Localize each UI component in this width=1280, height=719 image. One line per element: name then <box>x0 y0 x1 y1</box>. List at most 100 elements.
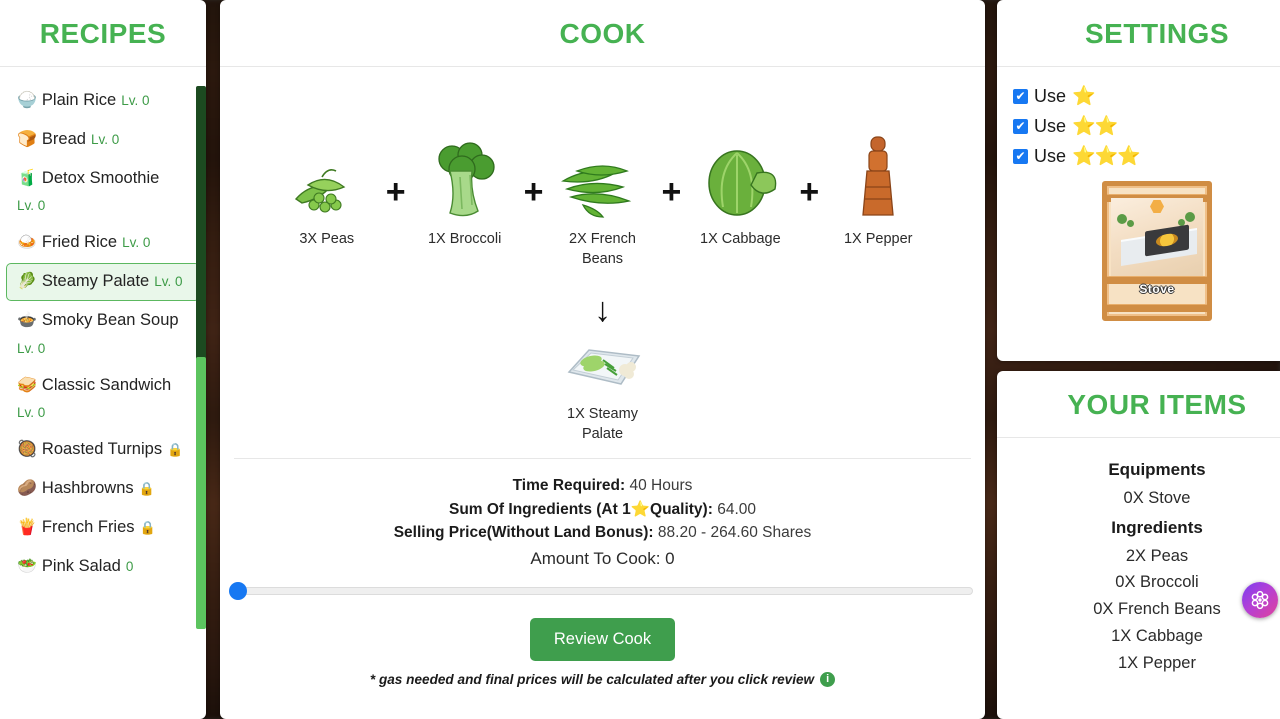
equipments-heading: Equipments <box>1108 460 1206 479</box>
checkbox-icon[interactable]: ✔ <box>1013 148 1028 164</box>
pepper-grinder-icon <box>825 136 931 219</box>
flower-badge-icon[interactable] <box>1242 582 1278 618</box>
cook-result: 1X Steamy Palate <box>234 333 971 458</box>
stat-time-required: Time Required: 40 Hours <box>230 474 975 498</box>
recipe-level: Lv. 0 <box>154 274 183 290</box>
equipments-list: 0X Stove <box>997 485 1280 512</box>
burner-icon <box>1156 232 1178 248</box>
recipe-icon: 🍲 <box>17 311 37 329</box>
plus-icon: + <box>385 173 406 211</box>
recipe-name: Detox Smoothie <box>41 168 160 187</box>
settings-panel-title: SETTINGS <box>1084 18 1229 49</box>
stat-sum-label-a: Sum Of Ingredients (At 1 <box>448 500 631 518</box>
star-icon: ⭐ <box>630 500 651 518</box>
recipe-icon: 🧃 <box>17 169 37 187</box>
ingredient-broccoli: 1X Broccoli <box>412 139 518 250</box>
peas-icon <box>274 139 380 219</box>
recipe-name: French Fries <box>41 517 135 536</box>
steamy-palate-icon <box>234 333 971 395</box>
cook-note: * gas needed and final prices will be ca… <box>220 671 985 687</box>
setting-use-1-star[interactable]: ✔ Use ⭐ <box>997 81 1280 111</box>
recipe-name: Bread <box>41 129 86 148</box>
checkbox-icon[interactable]: ✔ <box>1013 88 1028 104</box>
amount-slider-thumb[interactable] <box>229 581 247 600</box>
setting-label: Use <box>1034 145 1067 166</box>
review-cook-button[interactable]: Review Cook <box>529 617 676 661</box>
ingredient-peas: 3X Peas <box>274 139 380 250</box>
amount-slider-wrap <box>220 569 985 600</box>
recipe-item-bread[interactable]: 🍞 Bread Lv. 0 <box>6 121 200 159</box>
setting-use-3-star[interactable]: ✔ Use ⭐⭐⭐ <box>997 141 1280 171</box>
recipe-item-detox-smoothie[interactable]: 🧃 Detox Smoothie Lv. 0 <box>6 160 200 224</box>
recipes-panel-title: RECIPES <box>39 18 167 49</box>
recipe-icon: 🥬 <box>17 273 37 291</box>
recipe-icon: 🍟 <box>17 518 37 536</box>
french-beans-icon <box>550 139 656 219</box>
recipe-level: 0 <box>125 558 134 574</box>
owned-ingredients-list: 2X Peas 0X Broccoli 0X French Beans 1X Cabb… <box>997 543 1280 677</box>
recipe-icon: 🍞 <box>17 130 37 148</box>
cook-panel: COOK 3X Peas +1X Broccoli +2X French Beans… <box>220 0 985 719</box>
recipe-name: Fried Rice <box>41 233 118 252</box>
plus-icon: + <box>799 173 820 211</box>
recipe-icon: 🍚 <box>17 92 37 109</box>
checkbox-icon[interactable]: ✔ <box>1013 118 1028 134</box>
equipment-item: 0X Stove <box>1123 489 1191 507</box>
recipe-name: Roasted Turnips <box>41 440 163 459</box>
cabbage-icon <box>687 139 793 219</box>
recipes-scrollbar-thumb[interactable] <box>196 357 206 629</box>
recipe-item-french-fries[interactable]: 🍟 French Fries 🔒 <box>6 509 200 547</box>
info-icon[interactable]: i <box>820 671 836 687</box>
stat-price-value: 88.20 - 264.60 Shares <box>657 524 812 542</box>
recipe-level: Lv. 0 <box>17 405 46 421</box>
recipe-item-classic-sandwich[interactable]: 🥪 Classic Sandwich Lv. 0 <box>6 367 200 431</box>
recipe-name: Steamy Palate <box>41 272 150 291</box>
owned-ingredient-item: 1X Cabbage <box>1111 626 1203 645</box>
recipes-panel: RECIPES 🍚 Plain Rice Lv. 0 🍞 Bread Lv. 0 🧃 Deto… <box>0 0 206 719</box>
recipe-item-fried-rice[interactable]: 🍛 Fried Rice Lv. 0 <box>6 224 200 262</box>
setting-label: Use <box>1034 85 1067 106</box>
hex-icon <box>1150 200 1164 213</box>
ingredients-row: 3X Peas +1X Broccoli +2X French Beans +1X C… <box>234 67 971 277</box>
stat-time-label: Time Required: <box>512 477 626 495</box>
recipe-name: Smoky Bean Soup <box>41 310 179 329</box>
stat-sum-label-b: Quality): <box>650 500 713 518</box>
recipe-level: Lv. 0 <box>121 93 150 108</box>
amount-slider[interactable] <box>229 581 973 600</box>
recipe-item-pink-salad[interactable]: 🥗 Pink Salad 0 <box>6 548 200 586</box>
recipe-name: Pink Salad <box>41 556 121 575</box>
ingredient-label: 1X Pepper <box>843 231 913 247</box>
ingredients-heading: Ingredients <box>1111 517 1203 537</box>
recipes-scrollbar-track[interactable] <box>196 86 206 629</box>
recipe-icon: 🥘 <box>17 441 37 459</box>
stove-scene <box>1111 198 1203 278</box>
recipe-item-plain-rice[interactable]: 🍚 Plain Rice Lv. 0 <box>6 82 200 120</box>
star-rating-icon: ⭐⭐⭐ <box>1072 146 1141 167</box>
recipe-name: Hashbrowns <box>41 479 134 498</box>
owned-ingredient-item: 2X Peas <box>1125 546 1189 565</box>
star-rating-icon: ⭐⭐ <box>1072 116 1118 137</box>
setting-label: Use <box>1034 115 1067 136</box>
star-rating-icon: ⭐ <box>1072 86 1096 107</box>
ingredient-label: 1X Broccoli <box>427 231 502 247</box>
recipe-level: Lv. 0 <box>122 235 151 251</box>
plus-icon: + <box>661 173 682 211</box>
recipe-level: Lv. 0 <box>17 340 46 356</box>
recipe-name: Plain Rice <box>41 91 117 109</box>
vine-icon <box>1185 212 1195 222</box>
owned-ingredient-item: 1X Pepper <box>1118 653 1196 672</box>
broccoli-icon <box>412 139 518 219</box>
recipe-item-hashbrowns[interactable]: 🥔 Hashbrowns 🔒 <box>6 470 200 508</box>
recipe-item-smoky-bean-soup[interactable]: 🍲 Smoky Bean Soup Lv. 0 <box>6 302 200 366</box>
recipes-list[interactable]: 🍚 Plain Rice Lv. 0 🍞 Bread Lv. 0 🧃 Detox Smooth… <box>0 67 206 715</box>
ingredient-french-beans: 2X French Beans <box>550 139 656 269</box>
stove-equipment-card[interactable]: Stove <box>1102 181 1212 321</box>
equipment-card-wrap: Stove <box>997 171 1280 321</box>
lock-icon: 🔒 <box>139 519 156 535</box>
recipe-item-steamy-palate[interactable]: 🥬 Steamy Palate Lv. 0 <box>6 263 200 301</box>
vine-icon <box>1117 214 1127 224</box>
recipe-item-roasted-turnips[interactable]: 🥘 Roasted Turnips 🔒 <box>6 431 200 469</box>
arrow-down-icon: ↓ <box>594 291 611 330</box>
setting-use-2-star[interactable]: ✔ Use ⭐⭐ <box>997 111 1280 141</box>
settings-panel: SETTINGS ✔ Use ⭐ ✔ Use ⭐⭐ ✔ Use ⭐⭐⭐ Stove <box>997 0 1280 361</box>
